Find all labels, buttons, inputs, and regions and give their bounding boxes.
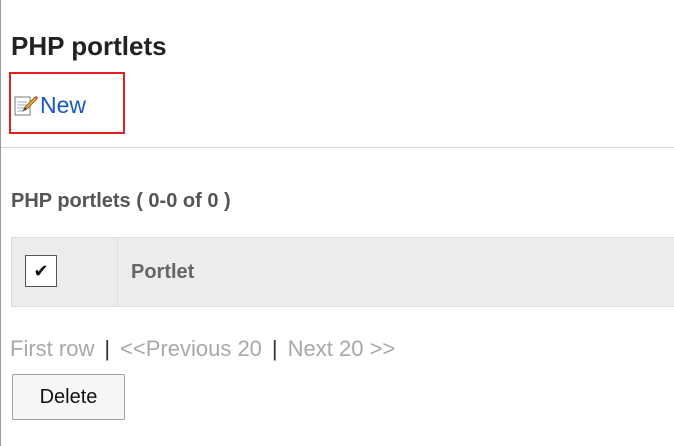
edit-icon [14, 94, 38, 116]
delete-button[interactable]: Delete [12, 374, 125, 420]
section-divider [1, 147, 674, 148]
new-link-label: New [40, 92, 87, 118]
check-column: ✔ [12, 238, 118, 306]
new-link[interactable]: New [14, 92, 86, 118]
first-row-link: First row [10, 336, 95, 361]
pager-separator: | [271, 336, 278, 361]
portlet-table-header: ✔ Portlet [11, 237, 674, 307]
previous-page-link: <<Previous 20 [120, 336, 262, 361]
select-all-checkbox[interactable]: ✔ [25, 255, 57, 287]
column-header-portlet[interactable]: Portlet [131, 260, 194, 284]
list-title: PHP portlets ( 0-0 of 0 ) [11, 190, 231, 212]
page-title: PHP portlets [11, 31, 167, 61]
next-page-link: Next 20 >> [287, 336, 396, 361]
pager-separator: | [104, 336, 111, 361]
frame-left-border [0, 0, 1, 446]
pagination: First row | <<Previous 20 | Next 20 >> [10, 336, 395, 362]
